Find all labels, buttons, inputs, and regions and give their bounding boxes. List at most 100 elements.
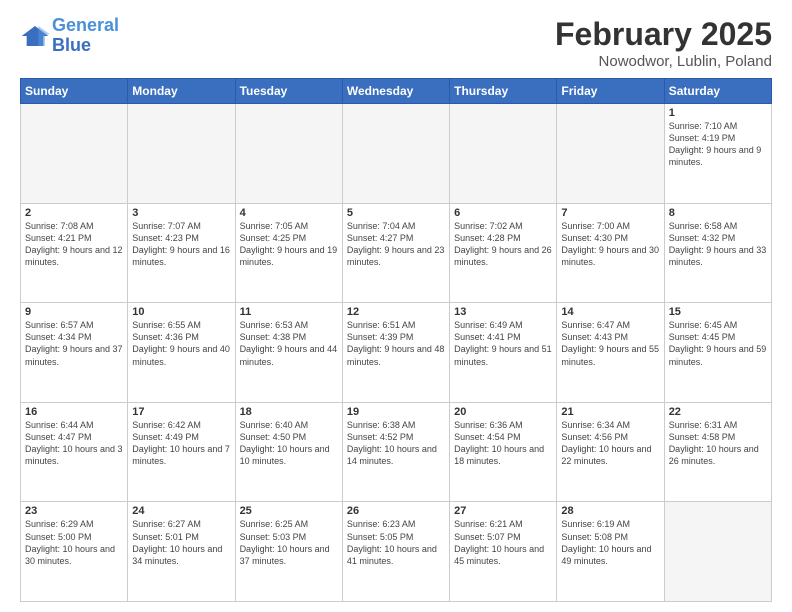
calendar-cell: 13Sunrise: 6:49 AM Sunset: 4:41 PM Dayli… — [450, 303, 557, 403]
calendar-cell — [557, 104, 664, 204]
calendar-cell: 3Sunrise: 7:07 AM Sunset: 4:23 PM Daylig… — [128, 203, 235, 303]
calendar-cell: 20Sunrise: 6:36 AM Sunset: 4:54 PM Dayli… — [450, 402, 557, 502]
calendar-week-3: 16Sunrise: 6:44 AM Sunset: 4:47 PM Dayli… — [21, 402, 772, 502]
calendar-cell: 23Sunrise: 6:29 AM Sunset: 5:00 PM Dayli… — [21, 502, 128, 602]
day-number: 3 — [132, 207, 230, 219]
day-number: 23 — [25, 505, 123, 517]
day-info: Sunrise: 6:57 AM Sunset: 4:34 PM Dayligh… — [25, 319, 123, 368]
day-info: Sunrise: 7:07 AM Sunset: 4:23 PM Dayligh… — [132, 220, 230, 269]
calendar-cell — [342, 104, 449, 204]
calendar-cell: 8Sunrise: 6:58 AM Sunset: 4:32 PM Daylig… — [664, 203, 771, 303]
logo-general: General — [52, 15, 119, 35]
calendar-cell: 22Sunrise: 6:31 AM Sunset: 4:58 PM Dayli… — [664, 402, 771, 502]
calendar-cell: 6Sunrise: 7:02 AM Sunset: 4:28 PM Daylig… — [450, 203, 557, 303]
day-number: 18 — [240, 406, 338, 418]
calendar-cell: 10Sunrise: 6:55 AM Sunset: 4:36 PM Dayli… — [128, 303, 235, 403]
page: General Blue February 2025 Nowodwor, Lub… — [0, 0, 792, 612]
day-number: 19 — [347, 406, 445, 418]
day-info: Sunrise: 6:55 AM Sunset: 4:36 PM Dayligh… — [132, 319, 230, 368]
calendar-cell: 1Sunrise: 7:10 AM Sunset: 4:19 PM Daylig… — [664, 104, 771, 204]
day-info: Sunrise: 7:00 AM Sunset: 4:30 PM Dayligh… — [561, 220, 659, 269]
day-info: Sunrise: 7:04 AM Sunset: 4:27 PM Dayligh… — [347, 220, 445, 269]
calendar-cell: 12Sunrise: 6:51 AM Sunset: 4:39 PM Dayli… — [342, 303, 449, 403]
day-number: 11 — [240, 306, 338, 318]
logo-icon — [20, 24, 50, 48]
calendar-week-1: 2Sunrise: 7:08 AM Sunset: 4:21 PM Daylig… — [21, 203, 772, 303]
col-thursday: Thursday — [450, 79, 557, 104]
day-number: 15 — [669, 306, 767, 318]
day-info: Sunrise: 6:38 AM Sunset: 4:52 PM Dayligh… — [347, 419, 445, 468]
calendar-cell: 19Sunrise: 6:38 AM Sunset: 4:52 PM Dayli… — [342, 402, 449, 502]
calendar-week-4: 23Sunrise: 6:29 AM Sunset: 5:00 PM Dayli… — [21, 502, 772, 602]
logo-blue: Blue — [52, 35, 91, 55]
day-number: 4 — [240, 207, 338, 219]
day-number: 26 — [347, 505, 445, 517]
day-number: 2 — [25, 207, 123, 219]
day-info: Sunrise: 6:36 AM Sunset: 4:54 PM Dayligh… — [454, 419, 552, 468]
day-info: Sunrise: 6:45 AM Sunset: 4:45 PM Dayligh… — [669, 319, 767, 368]
calendar-week-2: 9Sunrise: 6:57 AM Sunset: 4:34 PM Daylig… — [21, 303, 772, 403]
col-sunday: Sunday — [21, 79, 128, 104]
col-saturday: Saturday — [664, 79, 771, 104]
day-number: 7 — [561, 207, 659, 219]
day-info: Sunrise: 6:40 AM Sunset: 4:50 PM Dayligh… — [240, 419, 338, 468]
day-number: 24 — [132, 505, 230, 517]
day-number: 22 — [669, 406, 767, 418]
day-number: 5 — [347, 207, 445, 219]
day-info: Sunrise: 6:44 AM Sunset: 4:47 PM Dayligh… — [25, 419, 123, 468]
day-info: Sunrise: 6:58 AM Sunset: 4:32 PM Dayligh… — [669, 220, 767, 269]
calendar-cell: 14Sunrise: 6:47 AM Sunset: 4:43 PM Dayli… — [557, 303, 664, 403]
day-number: 21 — [561, 406, 659, 418]
calendar-cell: 2Sunrise: 7:08 AM Sunset: 4:21 PM Daylig… — [21, 203, 128, 303]
day-info: Sunrise: 6:49 AM Sunset: 4:41 PM Dayligh… — [454, 319, 552, 368]
header: General Blue February 2025 Nowodwor, Lub… — [20, 16, 772, 70]
calendar-cell: 17Sunrise: 6:42 AM Sunset: 4:49 PM Dayli… — [128, 402, 235, 502]
day-info: Sunrise: 6:21 AM Sunset: 5:07 PM Dayligh… — [454, 518, 552, 567]
day-number: 10 — [132, 306, 230, 318]
calendar-cell — [235, 104, 342, 204]
col-tuesday: Tuesday — [235, 79, 342, 104]
calendar-cell: 27Sunrise: 6:21 AM Sunset: 5:07 PM Dayli… — [450, 502, 557, 602]
calendar-cell: 11Sunrise: 6:53 AM Sunset: 4:38 PM Dayli… — [235, 303, 342, 403]
calendar-cell: 9Sunrise: 6:57 AM Sunset: 4:34 PM Daylig… — [21, 303, 128, 403]
day-info: Sunrise: 7:05 AM Sunset: 4:25 PM Dayligh… — [240, 220, 338, 269]
day-info: Sunrise: 6:19 AM Sunset: 5:08 PM Dayligh… — [561, 518, 659, 567]
title-block: February 2025 Nowodwor, Lublin, Poland — [555, 16, 772, 70]
col-monday: Monday — [128, 79, 235, 104]
day-info: Sunrise: 6:42 AM Sunset: 4:49 PM Dayligh… — [132, 419, 230, 468]
calendar-cell: 18Sunrise: 6:40 AM Sunset: 4:50 PM Dayli… — [235, 402, 342, 502]
calendar-cell: 5Sunrise: 7:04 AM Sunset: 4:27 PM Daylig… — [342, 203, 449, 303]
calendar-cell: 24Sunrise: 6:27 AM Sunset: 5:01 PM Dayli… — [128, 502, 235, 602]
calendar-cell: 15Sunrise: 6:45 AM Sunset: 4:45 PM Dayli… — [664, 303, 771, 403]
calendar-cell: 7Sunrise: 7:00 AM Sunset: 4:30 PM Daylig… — [557, 203, 664, 303]
day-info: Sunrise: 6:34 AM Sunset: 4:56 PM Dayligh… — [561, 419, 659, 468]
day-number: 1 — [669, 107, 767, 119]
day-info: Sunrise: 7:08 AM Sunset: 4:21 PM Dayligh… — [25, 220, 123, 269]
day-number: 6 — [454, 207, 552, 219]
day-info: Sunrise: 6:25 AM Sunset: 5:03 PM Dayligh… — [240, 518, 338, 567]
calendar-cell — [450, 104, 557, 204]
calendar-cell: 16Sunrise: 6:44 AM Sunset: 4:47 PM Dayli… — [21, 402, 128, 502]
calendar-cell: 4Sunrise: 7:05 AM Sunset: 4:25 PM Daylig… — [235, 203, 342, 303]
day-number: 25 — [240, 505, 338, 517]
day-number: 13 — [454, 306, 552, 318]
subtitle: Nowodwor, Lublin, Poland — [555, 53, 772, 70]
day-info: Sunrise: 6:51 AM Sunset: 4:39 PM Dayligh… — [347, 319, 445, 368]
day-number: 17 — [132, 406, 230, 418]
logo-text: General Blue — [52, 16, 119, 56]
calendar-cell: 26Sunrise: 6:23 AM Sunset: 5:05 PM Dayli… — [342, 502, 449, 602]
day-info: Sunrise: 6:23 AM Sunset: 5:05 PM Dayligh… — [347, 518, 445, 567]
day-info: Sunrise: 6:31 AM Sunset: 4:58 PM Dayligh… — [669, 419, 767, 468]
day-number: 9 — [25, 306, 123, 318]
day-number: 20 — [454, 406, 552, 418]
day-number: 16 — [25, 406, 123, 418]
main-title: February 2025 — [555, 16, 772, 53]
calendar-cell: 21Sunrise: 6:34 AM Sunset: 4:56 PM Dayli… — [557, 402, 664, 502]
day-info: Sunrise: 6:47 AM Sunset: 4:43 PM Dayligh… — [561, 319, 659, 368]
calendar-header-row: Sunday Monday Tuesday Wednesday Thursday… — [21, 79, 772, 104]
day-info: Sunrise: 6:29 AM Sunset: 5:00 PM Dayligh… — [25, 518, 123, 567]
calendar-cell — [21, 104, 128, 204]
day-number: 8 — [669, 207, 767, 219]
col-wednesday: Wednesday — [342, 79, 449, 104]
calendar-cell: 28Sunrise: 6:19 AM Sunset: 5:08 PM Dayli… — [557, 502, 664, 602]
